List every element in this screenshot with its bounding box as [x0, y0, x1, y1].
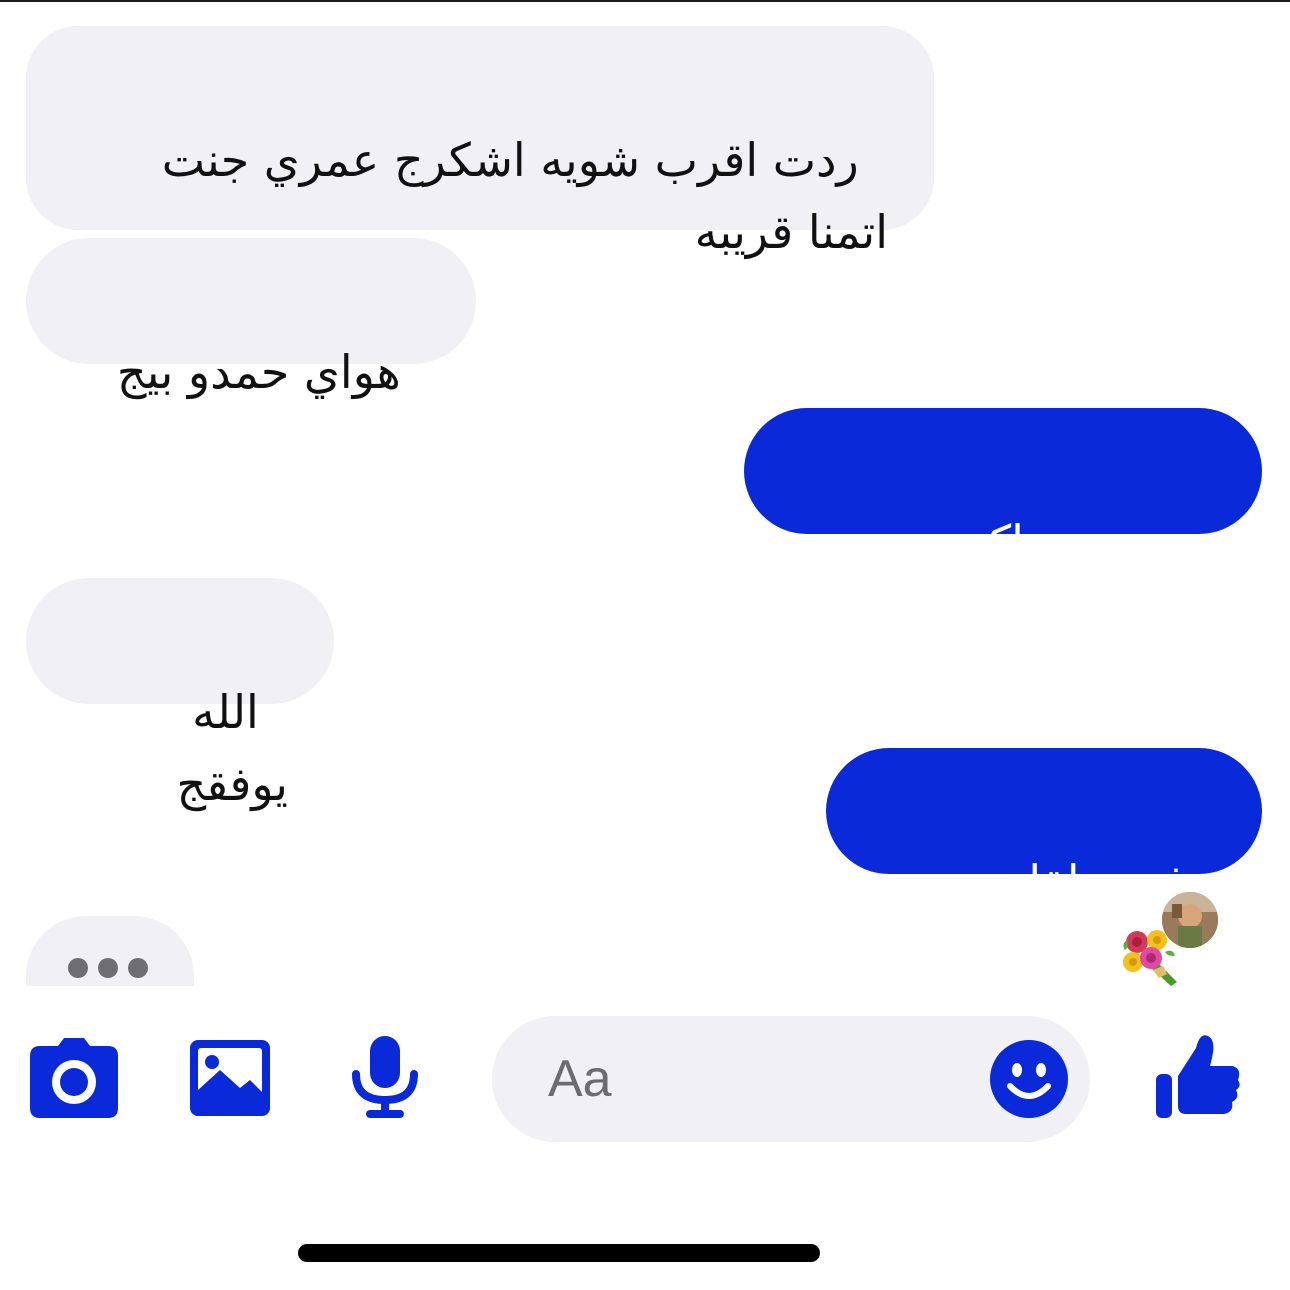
- top-divider: [0, 0, 1290, 2]
- message-input[interactable]: [546, 1042, 970, 1116]
- thumbs-up-icon[interactable]: [1156, 1032, 1240, 1120]
- typing-dot: [98, 958, 118, 978]
- message-text: هواي حمدو بيج: [116, 345, 401, 399]
- typing-dot: [128, 958, 148, 978]
- incoming-message[interactable]: ردت اقرب شويه اشكرج عمري جنت اتمنا قريبه: [26, 26, 934, 259]
- emoji-icon[interactable]: [990, 1040, 1068, 1118]
- message-text: الله يوفقج: [176, 685, 288, 811]
- outgoing-message[interactable]: فدوة لقلبج: [826, 748, 1262, 986]
- incoming-message[interactable]: هواي حمدو بيج: [26, 238, 476, 399]
- message-input-container: [492, 1016, 1090, 1142]
- camera-icon[interactable]: [30, 1038, 118, 1118]
- gallery-icon[interactable]: [190, 1040, 270, 1116]
- avatar-photo: [1162, 892, 1218, 948]
- home-indicator[interactable]: [298, 1244, 820, 1262]
- incoming-message[interactable]: الله يوفقج: [26, 578, 334, 811]
- microphone-icon[interactable]: [352, 1036, 418, 1120]
- seen-avatar: [1162, 892, 1218, 948]
- message-text: حبيبتي ماكو نصيب: [839, 515, 1187, 569]
- message-text: فدوة لقلبج: [983, 855, 1187, 909]
- typing-indicator: [26, 916, 194, 986]
- typing-dot: [68, 958, 88, 978]
- outgoing-message[interactable]: حبيبتي ماكو نصيب: [744, 408, 1262, 569]
